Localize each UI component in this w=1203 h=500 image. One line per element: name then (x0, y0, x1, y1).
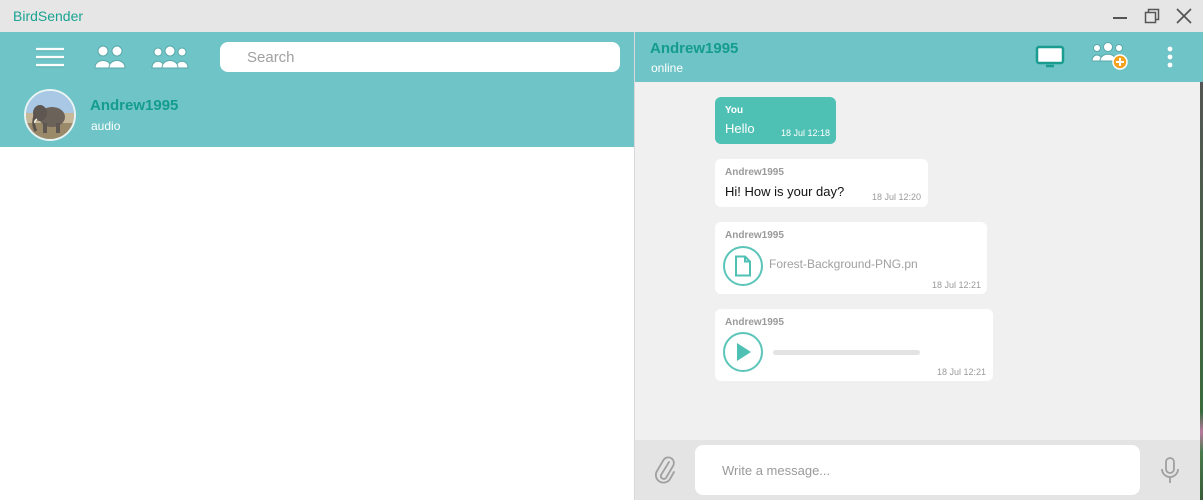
message-sender: You (725, 105, 744, 116)
contacts-icon[interactable] (93, 42, 127, 72)
message-text: Hi! How is your day? (725, 184, 845, 199)
message-input-box[interactable] (695, 445, 1140, 495)
contact-name: Andrew1995 (90, 97, 179, 114)
file-icon[interactable] (723, 246, 763, 286)
add-to-group-icon[interactable] (1091, 42, 1131, 72)
search-box[interactable] (220, 42, 620, 72)
file-name[interactable]: Forest-Background-PNG.pn (769, 257, 918, 271)
chat-contact-status: online (651, 61, 684, 75)
message-time: 18 Jul 12:18 (781, 128, 831, 138)
message-sender: Andrew1995 (725, 317, 784, 328)
contact-list-empty-area (0, 147, 634, 500)
app-title: BirdSender (13, 8, 84, 24)
paperclip-icon[interactable] (654, 455, 676, 490)
more-vertical-icon[interactable] (1162, 45, 1178, 69)
screen-share-icon[interactable] (1035, 44, 1065, 70)
microphone-icon[interactable] (1159, 456, 1181, 491)
minimize-icon[interactable] (1109, 6, 1131, 26)
close-icon[interactable] (1173, 6, 1195, 26)
contact-last-message: audio (91, 119, 121, 133)
search-input[interactable] (247, 42, 607, 72)
file-message-bubble[interactable]: Andrew1995 Forest-Background-PNG.pn 18 J… (715, 222, 987, 294)
message-time: 18 Jul 12:20 (872, 192, 922, 202)
message-text: Hello (725, 121, 755, 136)
message-sender: Andrew1995 (725, 230, 784, 241)
message-time: 18 Jul 12:21 (932, 280, 982, 290)
group-icon[interactable] (151, 42, 189, 72)
restore-icon[interactable] (1141, 6, 1163, 26)
play-icon[interactable] (723, 332, 763, 372)
audio-progress-track[interactable] (773, 350, 920, 355)
message-time: 18 Jul 12:21 (937, 367, 987, 377)
message-sender: Andrew1995 (725, 167, 784, 178)
contact-list-item[interactable]: Andrew1995 audio (0, 82, 634, 147)
audio-message-bubble[interactable]: Andrew1995 18 Jul 12:21 (715, 309, 993, 381)
chat-header: Andrew1995 online (635, 32, 1200, 82)
message-list[interactable]: You Hello 18 Jul 12:18 Andrew1995 Hi! Ho… (635, 82, 1200, 440)
title-bar: BirdSender (0, 0, 1203, 32)
avatar (24, 89, 76, 141)
message-input[interactable] (722, 445, 1122, 495)
app-window: BirdSender Search Andrew1995 audio Andre… (0, 0, 1203, 500)
menu-icon[interactable] (35, 42, 65, 72)
compose-bar (635, 440, 1200, 500)
message-bubble[interactable]: Andrew1995 Hi! How is your day? 18 Jul 1… (715, 159, 928, 207)
message-bubble[interactable]: You Hello 18 Jul 12:18 (715, 97, 836, 144)
chat-contact-name: Andrew1995 (650, 40, 739, 57)
